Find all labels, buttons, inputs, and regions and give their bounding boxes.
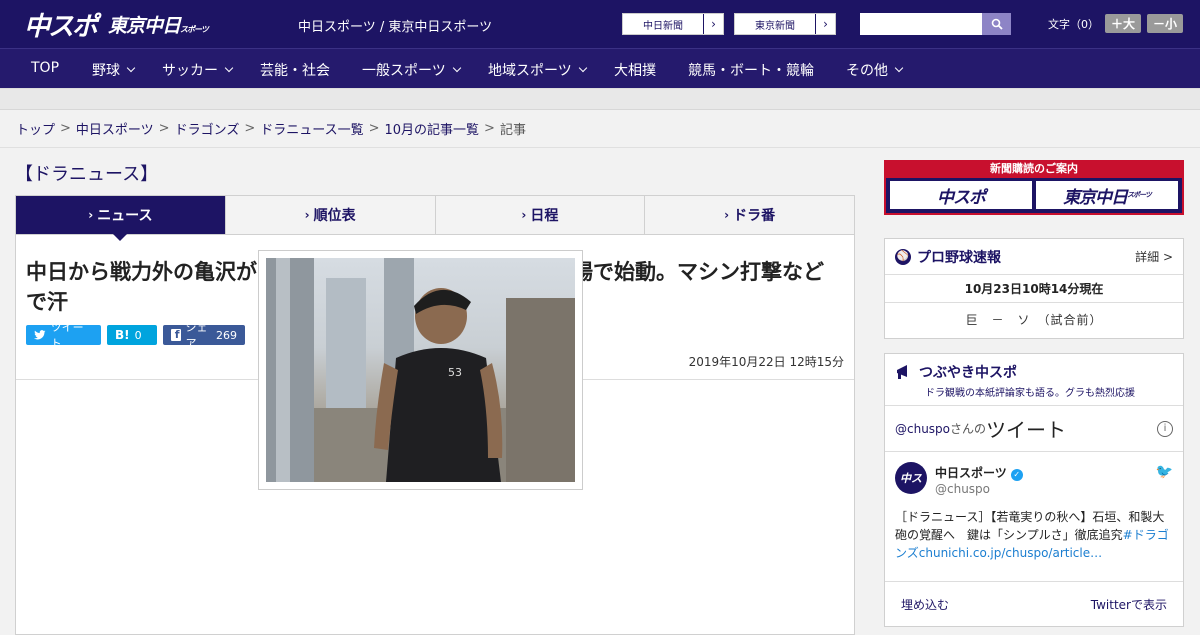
- tweet-author-handle: @chuspo: [935, 482, 991, 496]
- chevron-right-icon: ›: [88, 208, 94, 222]
- subscription-heading: 新聞購読のご案内: [886, 160, 1182, 178]
- tab-standings[interactable]: › 順位表: [225, 196, 436, 234]
- nav-item-racing[interactable]: 競馬・ボート・競輪: [688, 60, 814, 80]
- avatar[interactable]: 中ス: [895, 462, 927, 494]
- verified-badge-icon: ✓: [1010, 469, 1023, 481]
- twitter-footer: 埋め込む Twitterで表示: [885, 582, 1183, 626]
- twitter-panel: つぶやき中スポ ドラ観戦の本紙評論家も語る。グラも熱烈応援 @chuspo さん…: [884, 353, 1184, 627]
- section-title: 【ドラニュース】: [15, 164, 159, 185]
- breadcrumb-current: 記事: [499, 123, 526, 138]
- chevron-down-icon: [452, 63, 461, 73]
- chevron-right-icon: ›: [703, 14, 723, 34]
- top-bar: 中スポ 東京中日スポーツ 中日スポーツ / 東京中日スポーツ 中日新聞 › 東京…: [0, 0, 1200, 48]
- article-photo-frame: 53: [258, 250, 583, 490]
- tweets-heading: ツイート: [986, 418, 1067, 442]
- chevron-right-icon: ›: [815, 14, 835, 34]
- breadcrumb-dragons[interactable]: ドラゴンズ: [175, 119, 240, 138]
- site-logo[interactable]: 中スポ 東京中日スポーツ: [24, 6, 209, 43]
- search-box: [860, 13, 1011, 35]
- hatena-icon: B!: [115, 328, 130, 342]
- article-url-link[interactable]: chunichi.co.jp/chuspo/article…: [919, 546, 1102, 560]
- baseball-icon: ⚾: [895, 248, 911, 265]
- chuspo-logo: 中スポ: [24, 11, 98, 42]
- tweet-author-name: 中日スポーツ: [935, 466, 1007, 480]
- view-on-twitter-link[interactable]: Twitterで表示: [1091, 596, 1167, 613]
- font-size-increase-button[interactable]: ＋大: [1105, 14, 1142, 33]
- tokyo-shimbun-link[interactable]: 東京新聞 ›: [734, 13, 836, 35]
- hatena-bookmark-button[interactable]: B! 0: [107, 325, 157, 345]
- chuspo-logo: 中スポ: [890, 181, 1032, 209]
- breadcrumb-top[interactable]: トップ: [16, 119, 55, 138]
- twitter-timeline-header: @chuspo さんの ツイート i: [885, 406, 1183, 452]
- tweet-item[interactable]: 中ス 中日スポーツ ✓ @chuspo 🐦 ［ドラニュース］【若竜実りの秋へ】石垣…: [885, 452, 1183, 582]
- nav-item-baseball[interactable]: 野球: [92, 60, 136, 80]
- search-icon: [991, 18, 1003, 30]
- twitter-bird-icon: 🐦: [1155, 464, 1173, 480]
- twitter-handle-link[interactable]: @chuspo: [895, 422, 950, 436]
- article-photo: 53: [266, 258, 575, 482]
- tweet-button[interactable]: ツイート: [26, 321, 101, 350]
- score-timestamp: 10月23日10時14分現在: [885, 275, 1183, 303]
- chevron-right-icon: ›: [521, 208, 527, 222]
- twitter-bird-icon: [34, 330, 46, 340]
- tsubuyaki-subtitle: ドラ観戦の本紙評論家も語る。グラも熱烈応援: [925, 388, 1135, 399]
- nav-item-entertainment[interactable]: 芸能・社会: [260, 60, 330, 80]
- tab-schedule[interactable]: › 日程: [435, 196, 646, 234]
- facebook-icon: f: [171, 328, 181, 341]
- chevron-right-icon: ›: [724, 208, 730, 222]
- breadcrumb: トップ > 中日スポーツ > ドラゴンズ > ドラニュース一覧 > 10月の記事一覧 > …: [0, 110, 1200, 148]
- font-size-control: 文字（0） ＋大 －小: [1048, 14, 1184, 33]
- nav-item-soccer[interactable]: サッカー: [162, 60, 234, 80]
- breadcrumb-dra-news-list[interactable]: ドラニュース一覧: [260, 119, 363, 138]
- nav-item-local-sports[interactable]: 地域スポーツ: [488, 60, 587, 80]
- chunichi-shimbun-link[interactable]: 中日新聞 ›: [622, 13, 724, 35]
- main-nav: TOP 野球 サッカー 芸能・社会 一般スポーツ 地域スポーツ 大相撲 競馬・ボ…: [0, 48, 1200, 88]
- nav-item-top[interactable]: TOP: [31, 60, 59, 76]
- baseball-panel-title: プロ野球速報: [917, 249, 1001, 266]
- megaphone-icon: [897, 365, 907, 379]
- chevron-down-icon: [126, 63, 136, 73]
- section-tabs: › ニュース › 順位表 › 日程 › ドラ番: [15, 195, 855, 241]
- sidebar: 新聞購読のご案内 中スポ 東京中日 スポーツ ⚾ プロ野球速報 詳細 > 10月2…: [884, 160, 1184, 627]
- tsubuyaki-title: つぶやき中スポ: [919, 365, 1017, 381]
- breadcrumb-chunichi-sports[interactable]: 中日スポーツ: [76, 119, 154, 138]
- svg-text:53: 53: [448, 366, 462, 379]
- baseball-details-link[interactable]: 詳細 >: [1135, 248, 1173, 265]
- info-icon[interactable]: i: [1157, 420, 1173, 437]
- tokyo-chunichi-logo: 東京中日スポーツ: [1036, 181, 1178, 209]
- tab-dra-ban[interactable]: › ドラ番: [645, 196, 854, 234]
- baseball-scores-panel: ⚾ プロ野球速報 詳細 > 10月23日10時14分現在 巨 － ソ （試合前）: [884, 238, 1184, 339]
- font-size-label: 文字（0）: [1048, 17, 1099, 31]
- facebook-share-button[interactable]: f シェア 269: [163, 321, 245, 350]
- chevron-down-icon: [224, 63, 234, 73]
- chevron-down-icon: [894, 63, 904, 73]
- font-size-decrease-button[interactable]: －小: [1147, 14, 1184, 33]
- nav-item-other[interactable]: その他: [846, 60, 904, 80]
- breadcrumb-october-list[interactable]: 10月の記事一覧: [385, 119, 480, 138]
- chevron-right-icon: ›: [304, 208, 310, 222]
- tokyo-chunichi-logo: 東京中日スポーツ: [108, 14, 209, 37]
- search-button[interactable]: [982, 13, 1011, 35]
- tweet-text: ［ドラニュース］【若竜実りの秋へ】石垣、和製大砲の覚醒へ 鍵は「シンプルさ」徹底…: [895, 510, 1169, 560]
- subscription-banner[interactable]: 新聞購読のご案内 中スポ 東京中日 スポーツ: [884, 160, 1184, 215]
- embed-link[interactable]: 埋め込む: [901, 596, 949, 613]
- ad-band: [0, 88, 1200, 110]
- nav-item-general-sports[interactable]: 一般スポーツ: [362, 60, 461, 80]
- game-score[interactable]: 巨 － ソ （試合前）: [885, 303, 1183, 338]
- search-input[interactable]: [860, 13, 982, 35]
- nav-item-sumo[interactable]: 大相撲: [614, 60, 656, 80]
- chevron-down-icon: [578, 63, 587, 73]
- tab-news[interactable]: › ニュース: [16, 196, 226, 241]
- site-links[interactable]: 中日スポーツ / 東京中日スポーツ: [298, 16, 492, 35]
- photo-illustration: 53: [266, 258, 575, 482]
